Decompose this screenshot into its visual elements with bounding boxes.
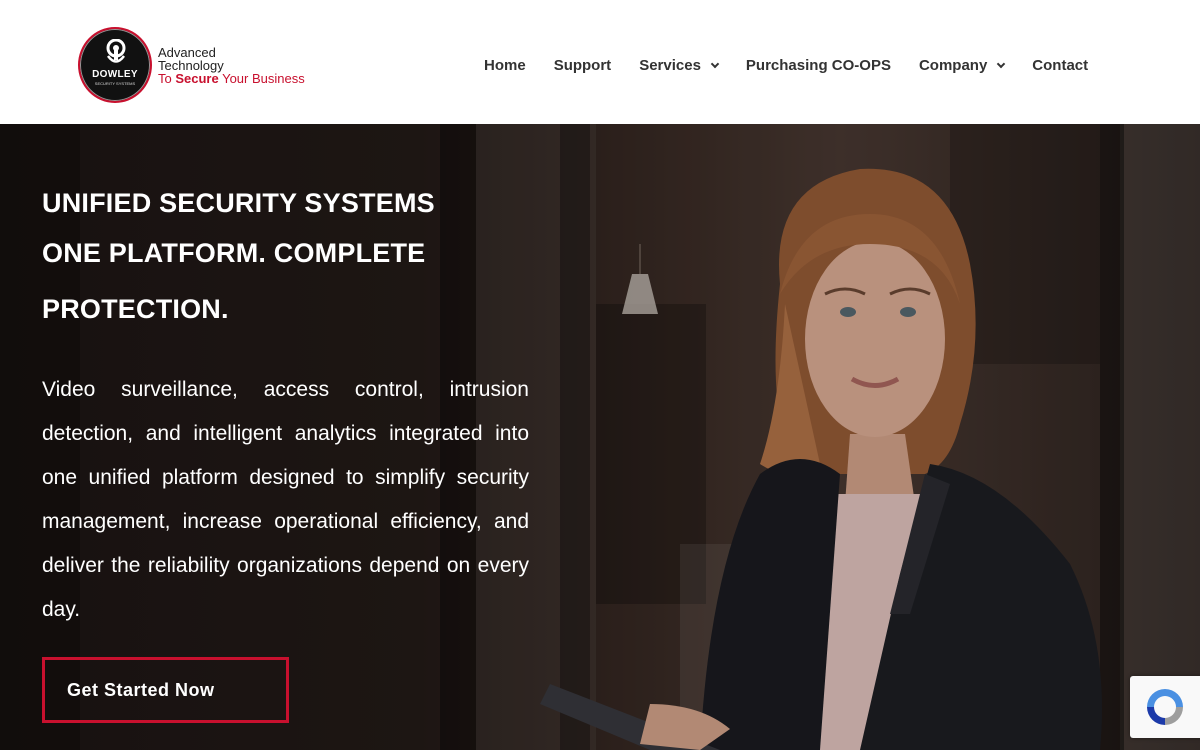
tagline-prefix: To [158,70,176,86]
nav-item-label: Purchasing CO-OPS [745,57,891,74]
chevron-down-icon[interactable] [710,59,720,68]
keyhole-icon [106,39,126,63]
logo-tagline: Advanced Technology To Secure Your Busin… [158,46,305,85]
nav-item-label: Contact [1032,57,1089,74]
hero-title-line-3: PROTECTION. [42,294,229,324]
nav-item-support[interactable]: Support [554,57,612,74]
nav-item-company[interactable]: Company [918,57,1006,74]
chevron-down-icon[interactable] [997,59,1006,68]
tagline-bold: Secure [175,70,219,86]
nav-item-home[interactable]: Home [484,57,526,74]
main-nav: Home Support Services Purchasing CO-OPS … [484,57,1088,74]
tagline-line-1: Advanced [158,44,216,60]
nav-item-contact[interactable]: Contact [1032,57,1088,74]
logo-brand-sub: SECURITY SYSTEMS [94,81,136,86]
site-logo[interactable]: DOWLEY SECURITY SYSTEMS Advanced Technol… [78,27,305,103]
get-started-button[interactable]: Get Started Now [42,657,289,723]
nav-item-label: Company [918,57,988,74]
nav-item-label: Home [484,57,526,74]
nav-item-purchasing-coops[interactable]: Purchasing CO-OPS [746,57,891,74]
nav-item-label: Support [553,57,612,74]
hero-description: Video surveillance, access control, intr… [42,378,529,621]
tagline-line-3: To Secure Your Business [158,72,305,85]
nav-item-label: Services [639,57,701,74]
nav-item-services[interactable]: Services [639,57,720,74]
tagline-suffix: Your Business [218,70,305,86]
recaptcha-icon [1147,689,1183,725]
hero-section: UNIFIED SECURITY SYSTEMS ONE PLATFORM. C… [0,124,1200,750]
site-header: DOWLEY SECURITY SYSTEMS Advanced Technol… [0,0,1200,124]
hero-title-line-1: UNIFIED SECURITY SYSTEMS [42,188,435,218]
logo-brand: DOWLEY [92,69,138,80]
logo-badge: DOWLEY SECURITY SYSTEMS [78,27,152,103]
recaptcha-badge[interactable] [1130,676,1200,738]
hero-title-line-2: ONE PLATFORM. COMPLETE [42,238,426,268]
